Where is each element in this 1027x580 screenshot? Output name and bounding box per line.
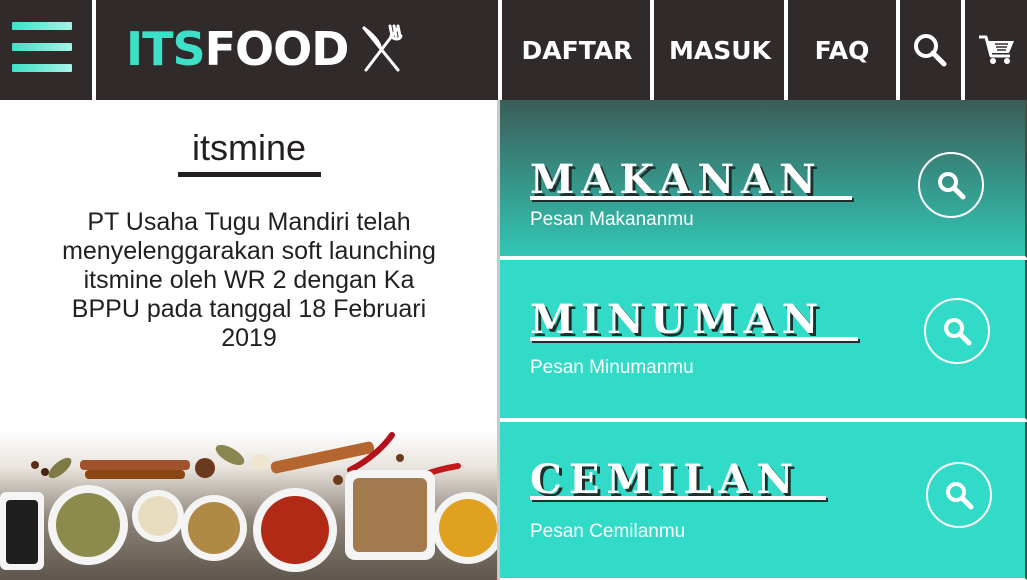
category-cemilan-card[interactable]: CEMILAN Pesan Cemilanmu bbox=[500, 422, 1027, 580]
nav-masuk-link[interactable]: MASUK bbox=[656, 0, 784, 100]
navbar-divider bbox=[92, 0, 96, 100]
navbar-divider bbox=[498, 0, 502, 100]
category-title: MINUMAN bbox=[530, 296, 826, 343]
fork-knife-icon bbox=[362, 24, 403, 72]
top-navbar: ITS FOOD DAFTAR MASUK FAQ bbox=[0, 0, 1027, 100]
brand-its-text: ITS bbox=[126, 22, 206, 76]
category-title-underline bbox=[530, 196, 852, 200]
news-panel: itsmine PT Usaha Tugu Mandiri telah meny… bbox=[0, 100, 498, 580]
header-search-button[interactable] bbox=[900, 0, 960, 100]
navbar-divider bbox=[650, 0, 654, 100]
header-cart-button[interactable] bbox=[966, 0, 1027, 100]
brand-logo[interactable]: ITS FOOD bbox=[126, 20, 404, 78]
category-search-button[interactable] bbox=[926, 462, 992, 528]
news-body: PT Usaha Tugu Mandiri telah menyelenggar… bbox=[62, 208, 436, 352]
category-title: MAKANAN bbox=[530, 156, 823, 203]
navbar-divider bbox=[784, 0, 788, 100]
category-subtitle: Pesan Makananmu bbox=[530, 209, 694, 230]
spices-photo bbox=[0, 430, 498, 580]
search-icon bbox=[914, 34, 947, 67]
category-minuman-card[interactable]: MINUMAN Pesan Minumanmu bbox=[500, 260, 1027, 420]
search-icon bbox=[944, 318, 972, 346]
category-title-underline bbox=[530, 496, 826, 500]
cart-icon bbox=[978, 35, 1014, 64]
news-title-underline bbox=[178, 172, 321, 177]
category-subtitle: Pesan Cemilanmu bbox=[530, 521, 686, 542]
category-subtitle: Pesan Minumanmu bbox=[530, 357, 694, 378]
category-makanan-card[interactable]: MAKANAN Pesan Makananmu bbox=[500, 100, 1027, 258]
category-title-underline bbox=[530, 337, 858, 341]
hamburger-menu-icon[interactable] bbox=[12, 18, 74, 78]
navbar-divider bbox=[961, 0, 965, 100]
nav-faq-link[interactable]: FAQ bbox=[790, 0, 894, 100]
brand-food-text: FOOD bbox=[204, 22, 350, 76]
search-icon bbox=[946, 482, 974, 510]
search-icon bbox=[938, 172, 966, 200]
nav-daftar-link[interactable]: DAFTAR bbox=[504, 0, 650, 100]
category-search-button[interactable] bbox=[918, 152, 984, 218]
category-title: CEMILAN bbox=[530, 456, 801, 503]
news-title: itsmine bbox=[191, 127, 307, 168]
category-search-button[interactable] bbox=[924, 298, 990, 364]
